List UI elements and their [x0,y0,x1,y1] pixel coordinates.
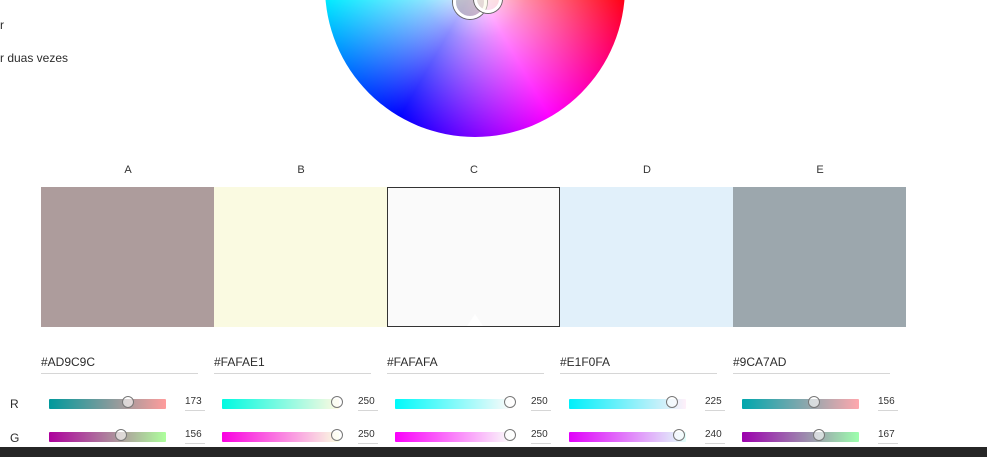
slider-knob[interactable] [114,429,127,441]
green-value-a[interactable]: 156 [185,429,205,444]
hex-input-d[interactable]: #E1F0FA [560,348,717,374]
slider-knob[interactable] [122,396,135,408]
column-label-c: C [470,164,478,176]
hex-input-b[interactable]: #FAFAE1 [214,348,371,374]
slider-knob[interactable] [666,396,679,408]
column-label-a: A [124,164,132,176]
slider-knob[interactable] [330,396,343,408]
red-value-a[interactable]: 173 [185,396,205,411]
hex-input-a[interactable]: #AD9C9C [41,348,198,374]
red-value-d[interactable]: 225 [705,396,725,411]
green-slider-c[interactable] [395,429,516,442]
red-value-b[interactable]: 250 [358,396,378,411]
red-slider-a[interactable] [49,396,166,409]
instruction-text-1: r [0,18,4,32]
bottom-bar [0,447,987,457]
slider-knob[interactable] [807,396,820,408]
red-channel-label: R [10,397,19,411]
slider-knob[interactable] [503,396,516,408]
swatch-d[interactable] [560,187,733,327]
green-value-d[interactable]: 240 [705,429,725,444]
green-slider-a[interactable] [49,429,166,442]
green-slider-b[interactable] [222,429,343,442]
green-slider-d[interactable] [569,429,686,442]
red-value-c[interactable]: 250 [531,396,551,411]
slider-knob[interactable] [673,429,686,441]
green-channel-label: G [10,431,20,445]
column-label-d: D [643,164,651,176]
column-label-e: E [816,164,824,176]
red-slider-d[interactable] [569,396,686,409]
column-label-b: B [297,164,305,176]
color-wheel[interactable] [325,0,625,137]
red-slider-b[interactable] [222,396,343,409]
green-value-c[interactable]: 250 [531,429,551,444]
red-value-e[interactable]: 156 [878,396,898,411]
instruction-text-2: r duas vezes [0,51,69,65]
hex-input-e[interactable]: #9CA7AD [733,348,890,374]
green-slider-e[interactable] [742,429,859,442]
hex-input-c[interactable]: #FAFAFA [387,348,544,374]
green-value-e[interactable]: 167 [878,429,898,444]
slider-knob[interactable] [330,429,343,441]
red-slider-c[interactable] [395,396,516,409]
slider-knob[interactable] [812,429,825,441]
green-value-b[interactable]: 250 [358,429,378,444]
swatch-b[interactable] [214,187,387,327]
selected-swatch-indicator [467,314,483,326]
swatch-a[interactable] [41,187,214,327]
swatch-e[interactable] [733,187,906,327]
slider-knob[interactable] [503,429,516,441]
red-slider-e[interactable] [742,396,859,409]
swatch-c-selected[interactable] [387,187,560,327]
